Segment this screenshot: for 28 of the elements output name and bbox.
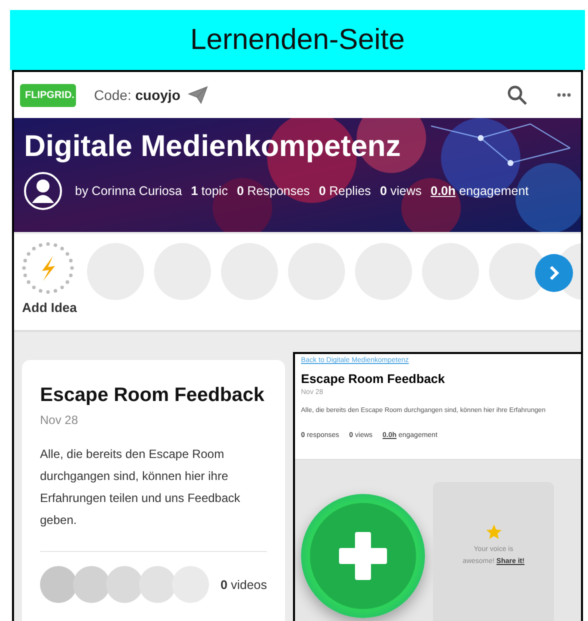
- topic-title: Escape Room Feedback: [301, 372, 445, 386]
- stat-text: 0.0h engagement: [430, 184, 529, 198]
- more-icon[interactable]: [557, 93, 571, 97]
- videos-count: 0 videos: [220, 578, 267, 592]
- search-icon[interactable]: [507, 85, 527, 105]
- video-placeholder-circle: [172, 566, 209, 603]
- page-title: Lernenden-Seite: [190, 24, 405, 56]
- video-placeholder-circle: [139, 566, 176, 603]
- add-idea-label[interactable]: Add Idea: [22, 300, 77, 315]
- plus-icon: [337, 530, 389, 582]
- topic-description: Alle, die bereits den Escape Room durchgangen sind, können hier ihre Erfahrungen teilen und uns Feedback geben.: [40, 446, 242, 529]
- video-placeholder-circle: [73, 566, 110, 603]
- video-placeholder-circle: [40, 566, 77, 603]
- video-placeholder-circle: [106, 566, 143, 603]
- topic-date: Nov 28: [40, 413, 80, 427]
- code-text: Code: cuoyjo: [94, 87, 180, 103]
- board-title: Digitale Medienkompetenz: [24, 130, 401, 164]
- avatar-icon: [24, 172, 62, 210]
- chevron-right-icon: [547, 265, 561, 281]
- topic-card[interactable]: Escape Room Feedback Nov 28 Alle, die bereits den Escape Room durchgangen sind, können hier ihre Erfahrungen teilen und uns Feedback geben. 0 videos: [22, 360, 285, 621]
- topic-title: Escape Room Feedback: [40, 384, 264, 407]
- stat-text: 0 Responses: [236, 184, 310, 198]
- stat-text: 1 topic: [191, 184, 228, 198]
- star-icon: [486, 524, 502, 540]
- stat-text: 0 views: [380, 184, 422, 198]
- paper-plane-icon[interactable]: [188, 86, 208, 104]
- stat-text: 0 Replies: [318, 184, 371, 198]
- author-name: by Corinna Curiosa: [75, 184, 182, 198]
